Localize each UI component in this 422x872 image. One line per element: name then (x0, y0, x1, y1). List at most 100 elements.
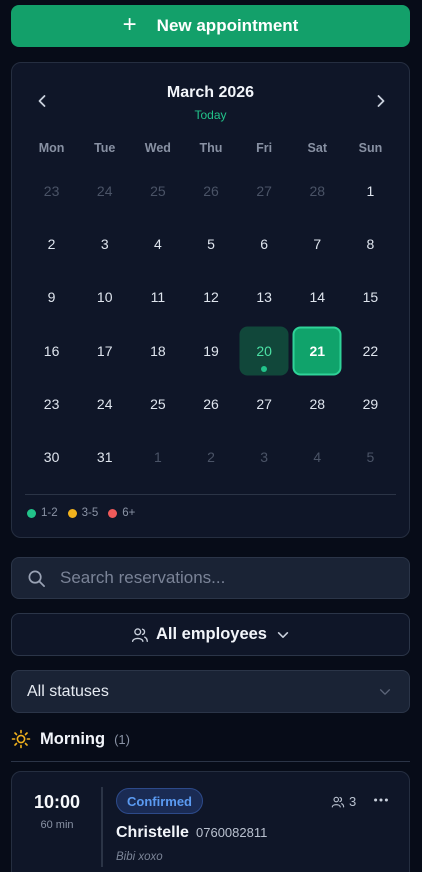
calendar-day[interactable]: 11 (131, 271, 184, 324)
calendar-day[interactable]: 27 (238, 377, 291, 430)
weekday-label: Mon (38, 141, 65, 155)
new-appointment-label: New appointment (156, 16, 299, 35)
day-number: 21 (309, 342, 326, 359)
section-count: (1) (114, 731, 130, 747)
status-filter-select[interactable]: All statuses (11, 670, 410, 713)
calendar-day-outside[interactable]: 25 (131, 164, 184, 217)
morning-section-header: Morning (1) (11, 729, 130, 749)
calendar-day-outside[interactable]: 26 (184, 164, 237, 217)
legend-label: 6+ (122, 507, 136, 519)
day-number: 27 (256, 395, 272, 412)
day-number: 15 (362, 289, 379, 306)
calendar-day-outside[interactable]: 1 (131, 430, 184, 483)
calendar-day-outside[interactable]: 24 (78, 164, 131, 217)
search-bar (11, 557, 410, 599)
calendar-day-outside[interactable]: 3 (238, 430, 291, 483)
day-number: 24 (96, 395, 113, 412)
legend-label: 3-5 (81, 507, 99, 519)
calendar-day[interactable]: 1 (344, 164, 397, 217)
day-number: 13 (256, 289, 272, 306)
month-label: March 2026 (166, 84, 255, 101)
appointment-time: 10:00 (33, 792, 81, 812)
day-number: 16 (43, 342, 60, 359)
appointment-card[interactable]: 10:00 60 min Confirmed 3 Christelle 0760… (11, 771, 410, 872)
calendar-day[interactable]: 31 (78, 430, 131, 483)
calendar-day[interactable]: 21 (291, 324, 344, 377)
day-number: 23 (43, 182, 60, 199)
calendar-day[interactable]: 24 (78, 377, 131, 430)
day-number: 8 (366, 235, 375, 252)
calendar-day[interactable]: 22 (344, 324, 397, 377)
day-number: 28 (309, 395, 326, 412)
chevron-down-icon (378, 685, 392, 699)
weekday-label: Sat (307, 141, 327, 155)
day-number: 2 (207, 449, 215, 466)
day-number: 9 (47, 289, 56, 306)
day-number: 17 (96, 342, 113, 359)
more-options-button[interactable] (371, 790, 391, 810)
calendar-day[interactable]: 20 (238, 324, 291, 377)
day-number: 1 (153, 449, 162, 466)
calendar-day[interactable]: 28 (291, 377, 344, 430)
chevron-down-icon (276, 628, 290, 642)
calendar-day[interactable]: 17 (78, 324, 131, 377)
calendar-day-outside[interactable]: 28 (291, 164, 344, 217)
guest-count-value: 3 (349, 794, 357, 809)
employee-filter-button[interactable]: All employees (11, 613, 410, 656)
day-number: 25 (150, 395, 166, 412)
day-number: 29 (362, 395, 379, 412)
calendar-day-outside[interactable]: 4 (291, 430, 344, 483)
calendar-day[interactable]: 25 (131, 377, 184, 430)
weekday-label: Thu (199, 141, 223, 155)
legend-dot (108, 508, 118, 518)
day-number: 28 (309, 182, 326, 199)
search-input[interactable] (60, 568, 409, 588)
calendar-day[interactable]: 5 (184, 217, 237, 270)
calendar-grid: 23 24 25 26 27 28 1 2 3 4 5 6 7 8 9 10 11 12 13 14 15 16 17 18 1… (25, 164, 397, 484)
calendar: March 2026 Today Mon Tue Wed Thu Fri Sat Sun 2… (11, 62, 410, 538)
calendar-day[interactable]: 2 (25, 217, 78, 270)
calendar-day-outside[interactable]: 5 (344, 430, 397, 483)
calendar-day-outside[interactable]: 27 (238, 164, 291, 217)
calendar-day[interactable]: 9 (25, 271, 78, 324)
calendar-day[interactable]: 29 (344, 377, 397, 430)
calendar-day[interactable]: 10 (78, 271, 131, 324)
more-horizontal-icon (374, 798, 388, 802)
day-number: 4 (153, 235, 162, 252)
day-number: 2 (47, 235, 56, 252)
calendar-day-outside[interactable]: 2 (184, 430, 237, 483)
status-badge: Confirmed (116, 788, 203, 814)
legend-dot (27, 508, 36, 518)
guest-count: 3 (331, 794, 356, 809)
day-number: 10 (96, 289, 113, 306)
chevron-right-icon (377, 95, 385, 107)
calendar-day[interactable]: 14 (291, 271, 344, 324)
weekday-label: Wed (144, 141, 171, 155)
calendar-day[interactable]: 4 (131, 217, 184, 270)
calendar-day[interactable]: 23 (25, 377, 78, 430)
calendar-day[interactable]: 30 (25, 430, 78, 483)
day-number: 5 (366, 449, 375, 466)
calendar-day[interactable]: 26 (184, 377, 237, 430)
calendar-day[interactable]: 8 (344, 217, 397, 270)
new-appointment-button[interactable]: + New appointment (11, 5, 410, 47)
day-number: 23 (43, 395, 60, 412)
calendar-day[interactable]: 12 (184, 271, 237, 324)
today-link[interactable]: Today (194, 108, 226, 122)
calendar-day[interactable]: 3 (78, 217, 131, 270)
search-icon (28, 570, 45, 587)
day-number: 1 (366, 182, 375, 199)
calendar-day[interactable]: 18 (131, 324, 184, 377)
next-month-button[interactable] (369, 89, 393, 113)
calendar-day[interactable]: 13 (238, 271, 291, 324)
calendar-day[interactable]: 19 (184, 324, 237, 377)
appointment-duration: 60 min (40, 819, 74, 831)
users-icon (331, 796, 345, 807)
customer-phone: 0760082811 (196, 825, 268, 840)
calendar-day-outside[interactable]: 23 (25, 164, 78, 217)
calendar-day[interactable]: 6 (238, 217, 291, 270)
calendar-day[interactable]: 7 (291, 217, 344, 270)
day-number: 6 (260, 235, 269, 252)
calendar-day[interactable]: 16 (25, 324, 78, 377)
calendar-day[interactable]: 15 (344, 271, 397, 324)
